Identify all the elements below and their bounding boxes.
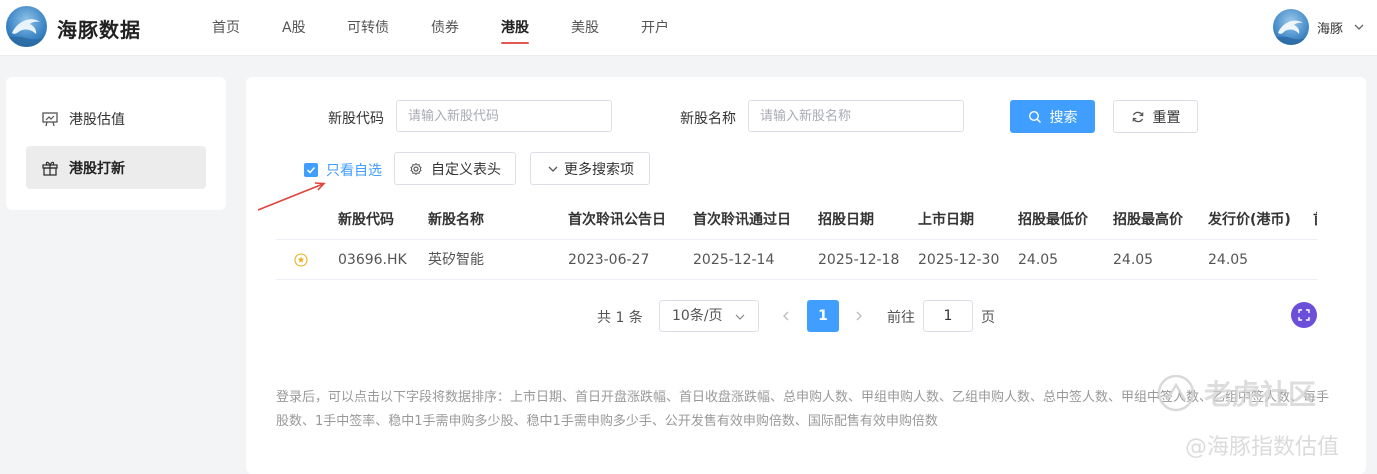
main-nav: 首页 A股 可转债 债券 港股 美股 开户 xyxy=(212,0,711,56)
reset-button[interactable]: 重置 xyxy=(1113,100,1198,133)
sidebar-item-hk-valuation[interactable]: 港股估值 xyxy=(26,97,206,140)
nav-bonds[interactable]: 债券 xyxy=(431,0,501,56)
column-header[interactable]: 招股日期 xyxy=(818,200,874,240)
favorite-star-icon[interactable] xyxy=(294,253,308,267)
stock-name-label: 新股名称 xyxy=(680,111,736,127)
chevron-right-icon[interactable] xyxy=(852,309,866,323)
only-watchlist-label[interactable]: 只看自选 xyxy=(326,160,382,180)
nav-hk-stocks[interactable]: 港股 xyxy=(501,0,529,56)
sidebar-item-label: 港股打新 xyxy=(69,160,125,177)
table-cell: 24.05 xyxy=(1113,252,1154,268)
table-cell: 2025-12-14 xyxy=(693,252,775,268)
site-logo-text[interactable]: 海豚数据 xyxy=(57,14,141,43)
table-cell: 2025-12-18 xyxy=(818,252,900,268)
refresh-icon xyxy=(1132,111,1143,122)
table-header-row: 新股代码 新股名称 首次聆讯公告日 首次聆讯通过日 招股日期 上市日期 招股最低… xyxy=(276,200,1317,240)
column-header[interactable]: 首次聆讯通过日 xyxy=(693,200,791,240)
more-search-label: 更多搜索项 xyxy=(564,161,634,178)
custom-header-label: 自定义表头 xyxy=(431,161,501,178)
column-header[interactable]: 新股名称 xyxy=(428,200,484,240)
stock-name-input[interactable] xyxy=(748,100,964,132)
fullscreen-button[interactable] xyxy=(1291,302,1317,328)
column-header[interactable]: 首次聆讯公告日 xyxy=(568,200,666,240)
dolphin-logo-icon[interactable] xyxy=(6,6,47,47)
table-row[interactable]: 03696.HK 英矽智能 2023-06-27 2025-12-14 2025… xyxy=(276,240,1317,280)
chevron-left-icon[interactable] xyxy=(779,309,793,323)
table-cell: 24.05 xyxy=(1208,252,1249,268)
search-button-label: 搜索 xyxy=(1049,109,1078,126)
gift-icon xyxy=(42,161,58,176)
sidebar-item-label: 港股估值 xyxy=(69,111,125,128)
column-header[interactable]: 首 xyxy=(1313,200,1317,240)
table-cell: 2023-06-27 xyxy=(568,252,650,268)
search-button[interactable]: 搜索 xyxy=(1010,100,1095,133)
more-search-button[interactable]: 更多搜索项 xyxy=(530,152,650,185)
checkbox-checked-icon[interactable] xyxy=(304,163,318,177)
watermark-line1: 老虎社区 xyxy=(1204,378,1317,411)
table-cell: 英矽智能 xyxy=(428,252,484,268)
tiger-community-logo-icon xyxy=(1157,374,1195,412)
search-icon xyxy=(1028,110,1041,123)
reset-button-label: 重置 xyxy=(1152,109,1181,126)
author-watermark: @海豚指数估值 xyxy=(1185,435,1340,460)
nav-a-shares[interactable]: A股 xyxy=(282,0,347,56)
fullscreen-icon xyxy=(1298,309,1310,321)
column-header[interactable]: 上市日期 xyxy=(918,200,974,240)
goto-label: 前往 xyxy=(887,310,915,326)
chevron-down-icon xyxy=(735,314,745,320)
nav-convertible-bonds[interactable]: 可转债 xyxy=(347,0,431,56)
table-cell[interactable]: 03696.HK xyxy=(338,240,407,280)
sidebar-item-hk-ipo[interactable]: 港股打新 xyxy=(26,146,206,189)
column-header[interactable]: 招股最低价 xyxy=(1018,200,1088,240)
custom-header-button[interactable]: 自定义表头 xyxy=(394,152,516,185)
nav-home[interactable]: 首页 xyxy=(212,0,282,56)
page-number-current[interactable]: 1 xyxy=(807,300,839,332)
ipo-table: 新股代码 新股名称 首次聆讯公告日 首次聆讯通过日 招股日期 上市日期 招股最低… xyxy=(276,200,1317,280)
page-size-value: 10条/页 xyxy=(672,308,723,324)
annotation-arrow-icon xyxy=(257,182,326,211)
chevron-down-icon[interactable] xyxy=(1353,21,1365,33)
avatar[interactable] xyxy=(1272,9,1309,45)
stock-code-label: 新股代码 xyxy=(328,111,384,127)
table-cell: 24.05 xyxy=(1018,252,1059,268)
chevron-down-icon xyxy=(548,166,558,172)
column-header[interactable]: 发行价(港币) xyxy=(1208,200,1291,240)
pagination-total: 共 1 条 xyxy=(597,310,643,326)
top-navigation-bar: 海豚数据 首页 A股 可转债 债券 港股 美股 开户 海豚 xyxy=(0,0,1377,56)
gear-icon xyxy=(410,162,422,175)
community-watermark: 老虎社区 xyxy=(1156,373,1316,413)
table-cell: 2025-12-30 xyxy=(918,252,1000,268)
goto-page-input[interactable] xyxy=(923,300,973,332)
stock-code-input[interactable] xyxy=(396,100,612,132)
page-unit-label: 页 xyxy=(981,310,995,326)
user-name[interactable]: 海豚 xyxy=(1317,18,1343,37)
column-header[interactable]: 新股代码 xyxy=(338,200,394,240)
page-size-select[interactable]: 10条/页 xyxy=(659,300,759,332)
user-menu[interactable]: 海豚 xyxy=(1272,8,1365,46)
nav-us-stocks[interactable]: 美股 xyxy=(571,0,641,56)
nav-open-account[interactable]: 开户 xyxy=(641,0,711,56)
column-header[interactable]: 招股最高价 xyxy=(1113,200,1183,240)
chart-board-icon xyxy=(42,111,58,126)
main-panel: 新股代码 新股名称 搜索 重置 只看自选 自定义表头 xyxy=(246,77,1366,474)
sidebar: 港股估值 港股打新 xyxy=(6,77,226,210)
